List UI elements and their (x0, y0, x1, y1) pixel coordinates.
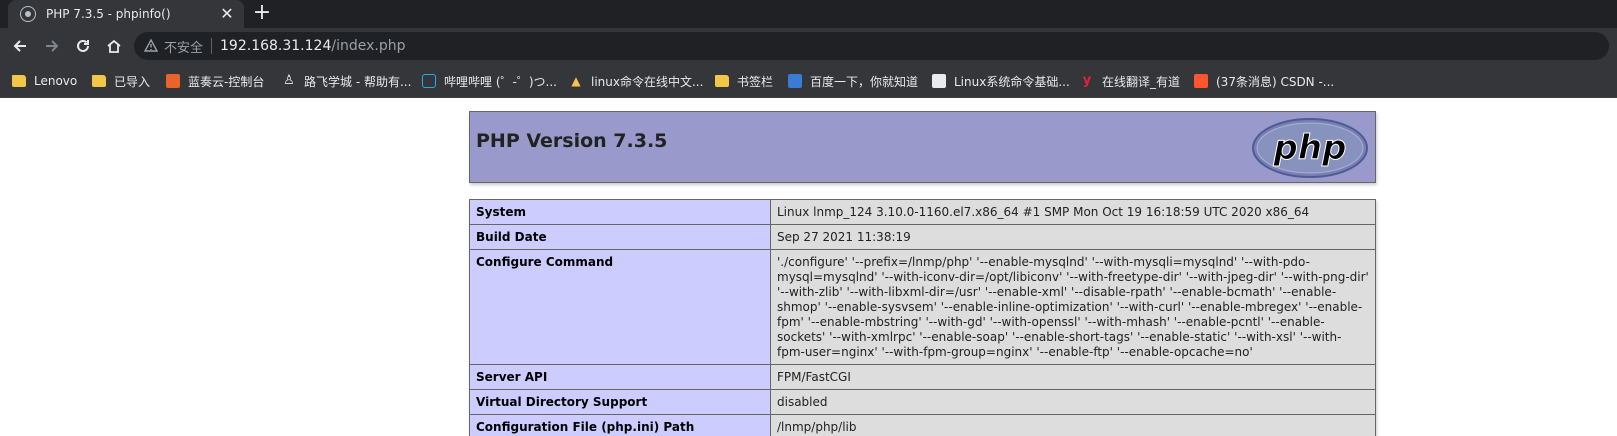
table-row: System Linux lnmp_124 3.10.0-1160.el7.x8… (469, 199, 1376, 225)
bookmark-label: 哔哩哔哩 (゜-゜)つ... (444, 74, 557, 89)
lanzou-icon (166, 74, 180, 88)
row-value: disabled (770, 389, 1376, 415)
bookmark-youdao[interactable]: y 在线翻译_有道 (1080, 72, 1180, 90)
table-row: Configure Command './configure' '--prefi… (469, 249, 1376, 365)
home-icon (107, 39, 121, 53)
bookmark-label: 路飞学城 - 帮助有... (304, 74, 412, 89)
row-value: Sep 27 2021 11:38:19 (770, 224, 1376, 250)
row-key: Build Date (469, 224, 771, 250)
tab-strip: PHP 7.3.5 - phpinfo() ✕ + (0, 0, 1617, 28)
table-row: Server API FPM/FastCGI (469, 364, 1376, 390)
url-path: /index.php (331, 38, 406, 54)
php-version-header: PHP Version 7.3.5 php (469, 111, 1376, 183)
folder-icon (12, 75, 26, 87)
browser-tab[interactable]: PHP 7.3.5 - phpinfo() ✕ (8, 0, 244, 28)
forward-button[interactable] (40, 34, 64, 58)
row-key: Virtual Directory Support (469, 389, 771, 415)
php-version-title: PHP Version 7.3.5 (476, 130, 668, 152)
folder-icon (715, 75, 729, 87)
new-tab-button[interactable]: + (250, 2, 274, 26)
home-button[interactable] (102, 34, 126, 58)
linux-book-icon (932, 74, 946, 88)
bookmark-label: 蓝奏云-控制台 (188, 74, 265, 89)
bookmark-label: linux命令在线中文... (591, 74, 704, 89)
bookmark-label: Lenovo (34, 74, 78, 88)
table-row: Configuration File (php.ini) Path /lnmp/… (469, 414, 1376, 436)
bookmark-label: 已导入 (114, 74, 151, 89)
bilibili-icon (422, 74, 436, 88)
row-key: Configure Command (469, 249, 771, 365)
tab-title: PHP 7.3.5 - phpinfo() (46, 7, 171, 21)
youdao-icon: y (1082, 73, 1092, 88)
bookmark-linux-cmd[interactable]: ▲ linux命令在线中文... (569, 72, 703, 90)
row-key: Configuration File (php.ini) Path (469, 414, 771, 436)
bookmark-label: (37条消息) CSDN -... (1216, 74, 1335, 89)
row-key: Server API (469, 364, 771, 390)
php-logo[interactable]: php (1251, 117, 1369, 179)
security-label[interactable]: 不安全 (164, 37, 203, 56)
reload-icon (77, 39, 89, 52)
bookmark-label: 书签栏 (737, 74, 774, 89)
bookmark-label: 百度一下，你就知道 (810, 74, 919, 89)
row-value: FPM/FastCGI (770, 364, 1376, 390)
back-button[interactable] (8, 34, 32, 58)
linux-icon: ▲ (571, 74, 581, 88)
bookmark-lenovo[interactable]: Lenovo (12, 72, 77, 90)
bookmark-imported[interactable]: 已导入 (92, 72, 150, 90)
row-value: /lnmp/php/lib (770, 414, 1376, 436)
bookmark-luffy[interactable]: ♙ 路飞学城 - 帮助有... (282, 72, 411, 90)
tab-close-button[interactable]: ✕ (218, 5, 236, 23)
bookmark-bilibili[interactable]: 哔哩哔哩 (゜-゜)つ... (422, 72, 557, 90)
bookmark-bookmarks-folder[interactable]: 书签栏 (715, 72, 773, 90)
row-value: Linux lnmp_124 3.10.0-1160.el7.x86_64 #1… (770, 199, 1376, 225)
bookmark-label: Linux系统命令基础... (954, 74, 1070, 89)
url-host: 192.168.31.124 (220, 38, 332, 54)
reload-button[interactable] (71, 34, 95, 58)
row-value: './configure' '--prefix=/lnmp/php' '--en… (770, 249, 1376, 365)
arrow-left-icon (13, 40, 26, 52)
csdn-icon (1194, 74, 1208, 88)
arrow-right-icon (46, 40, 59, 52)
bookmark-baidu[interactable]: 百度一下，你就知道 (788, 72, 918, 90)
address-bar[interactable]: 不安全 192.168.31.124 /index.php (134, 32, 1609, 60)
php-logo-text: php (1273, 128, 1347, 168)
page-content: PHP Version 7.3.5 php System Linux lnmp_… (0, 99, 1617, 436)
warning-icon (144, 39, 158, 52)
baidu-icon (788, 74, 802, 88)
table-row: Build Date Sep 27 2021 11:38:19 (469, 224, 1376, 250)
row-key: System (469, 199, 771, 225)
luffy-icon: ♙ (283, 73, 295, 88)
bookmarks-bar: Lenovo 已导入 蓝奏云-控制台 ♙ 路飞学城 - 帮助有... 哔哩哔哩 … (0, 64, 1617, 98)
globe-icon (20, 6, 36, 22)
bookmark-csdn[interactable]: (37条消息) CSDN -... (1194, 72, 1334, 90)
phpinfo-table: System Linux lnmp_124 3.10.0-1160.el7.x8… (469, 199, 1376, 436)
browser-toolbar: 不安全 192.168.31.124 /index.php (0, 28, 1617, 64)
omnibox-divider (211, 38, 213, 54)
bookmark-label: 在线翻译_有道 (1102, 74, 1181, 89)
table-row: Virtual Directory Support disabled (469, 389, 1376, 415)
bookmark-linux-basics[interactable]: Linux系统命令基础... (932, 72, 1070, 90)
folder-icon (92, 75, 106, 87)
bookmark-lanzou[interactable]: 蓝奏云-控制台 (166, 72, 264, 90)
